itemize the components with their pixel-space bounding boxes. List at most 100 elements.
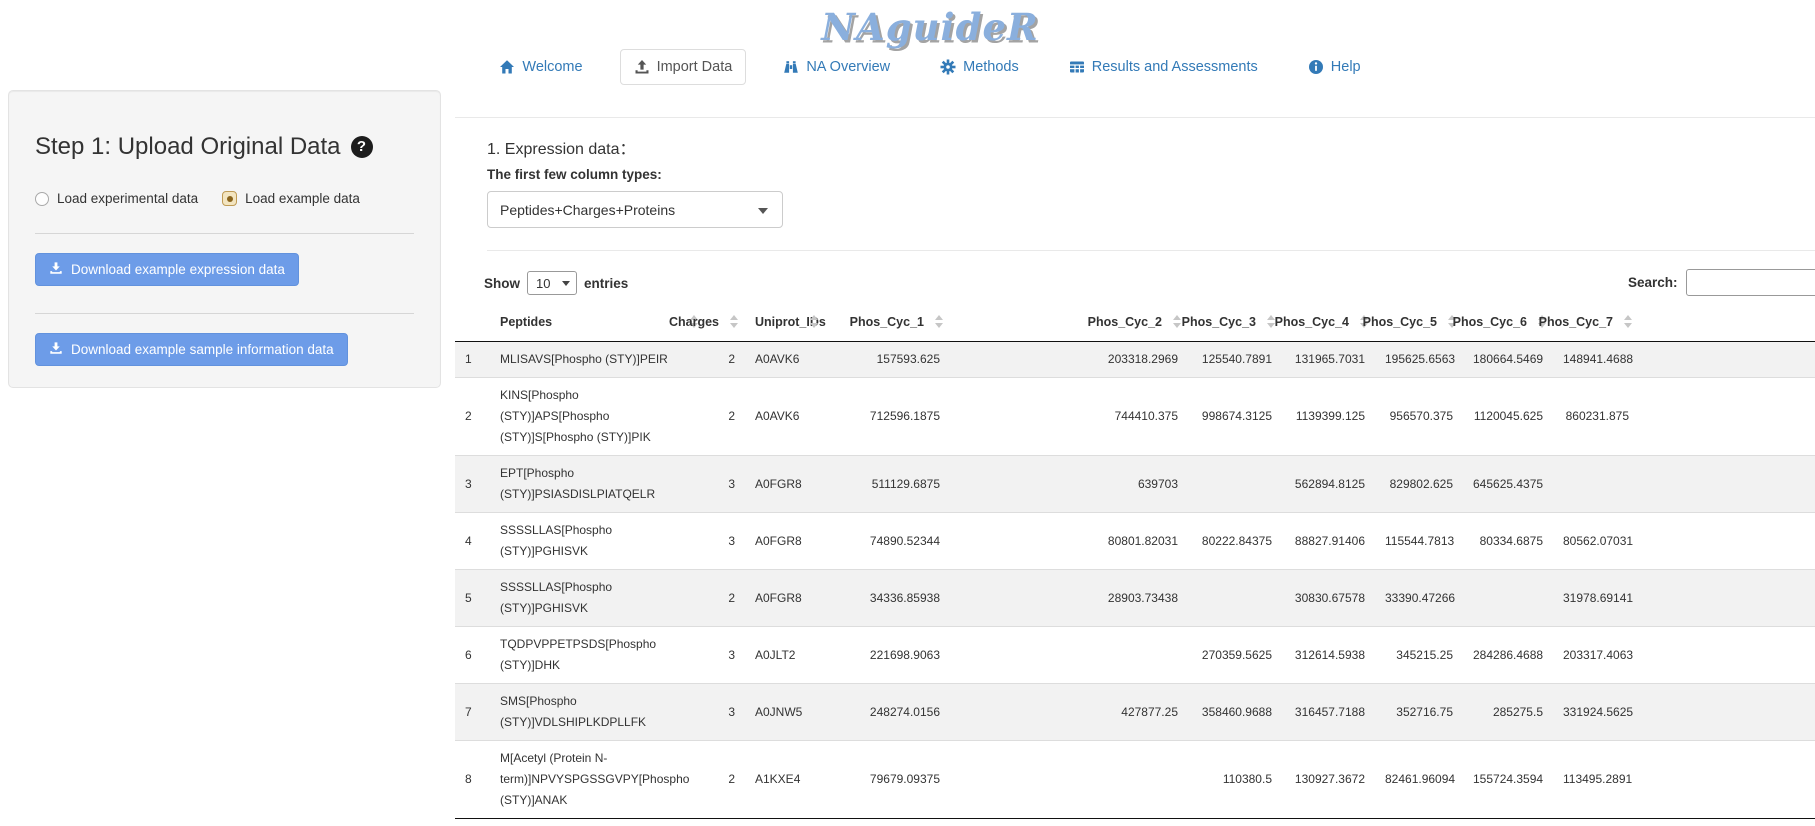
column-header-phos_cyc_3[interactable]: Phos_Cyc_3 (1188, 303, 1282, 342)
value-cell: 998674.3125 (1188, 378, 1282, 456)
column-types-label: The first few column types: (487, 167, 662, 182)
column-header-phos_cyc_7[interactable]: Phos_Cyc_7 (1553, 303, 1639, 342)
tab-welcome[interactable]: Welcome (486, 50, 595, 84)
tab-help[interactable]: Help (1295, 50, 1374, 84)
sort-arrows-icon (730, 315, 739, 329)
filler-cell (1639, 741, 1815, 819)
peptide-cell: SSSSLLAS[Phospho (STY)]PGHISVK (490, 570, 705, 627)
expression-table: PeptidesChargesUniprot_IDsPhos_Cyc_1Phos… (455, 303, 1815, 819)
table-row: 3EPT[Phospho (STY)]PSIASDISLPIATQELR3A0F… (455, 456, 1815, 513)
radio-label: Load example data (245, 191, 360, 206)
uniprot-id-cell: A0FGR8 (745, 456, 825, 513)
charges-cell: 2 (705, 741, 745, 819)
uniprot-id-cell: A0AVK6 (745, 378, 825, 456)
value-cell: 80801.82031 (950, 513, 1188, 570)
tab-import-data[interactable]: Import Data (620, 49, 747, 85)
column-header-uniprot_ids[interactable]: Uniprot_IDs (745, 303, 825, 342)
value-cell: 358460.9688 (1188, 684, 1282, 741)
table-row: 6TQDPVPPETPSDS[Phospho (STY)]DHK3A0JLT22… (455, 627, 1815, 684)
column-header-phos_cyc_5[interactable]: Phos_Cyc_5 (1375, 303, 1463, 342)
question-circle-icon[interactable]: ? (351, 136, 373, 158)
search-input[interactable] (1686, 269, 1815, 296)
table-icon (1069, 59, 1085, 75)
column-types-selected-value: Peptides+Charges+Proteins (500, 202, 675, 218)
charges-cell: 3 (705, 456, 745, 513)
radio-unchecked-icon (35, 192, 49, 206)
download-expression-data-button[interactable]: Download example expression data (35, 253, 299, 286)
row-index-cell: 7 (455, 684, 490, 741)
uniprot-id-cell: A0JLT2 (745, 627, 825, 684)
value-cell: 113495.2891 (1553, 741, 1639, 819)
value-cell: 180664.5469 (1463, 342, 1553, 378)
tab-results-and-assessments[interactable]: Results and Assessments (1056, 50, 1271, 84)
sort-arrows-icon (1624, 315, 1633, 329)
app-header: NAguideR (0, 0, 1815, 48)
peptide-cell: MLISAVS[Phospho (STY)]PEIR (490, 342, 705, 378)
page-length-select[interactable]: 10 (527, 271, 577, 295)
value-cell: 157593.625 (825, 342, 950, 378)
table-row: 7SMS[Phospho (STY)]VDLSHIPLKDPLLFK3A0JNW… (455, 684, 1815, 741)
tab-methods[interactable]: Methods (927, 50, 1032, 84)
value-cell: 34336.85938 (825, 570, 950, 627)
radio-load-example-data[interactable]: Load example data (222, 191, 360, 206)
column-header-charges[interactable]: Charges (705, 303, 745, 342)
value-cell: 221698.9063 (825, 627, 950, 684)
row-index-cell: 8 (455, 741, 490, 819)
value-cell: 248274.0156 (825, 684, 950, 741)
tab-label: Welcome (522, 59, 582, 75)
value-cell (950, 627, 1188, 684)
uniprot-id-cell: A1KXE4 (745, 741, 825, 819)
column-header-index[interactable] (455, 303, 490, 342)
data-source-radios: Load experimental data Load example data (35, 191, 440, 206)
column-header-filler (1639, 303, 1815, 342)
uniprot-id-cell: A0FGR8 (745, 570, 825, 627)
search-label: Search: (1628, 275, 1678, 290)
value-cell: 82461.96094 (1375, 741, 1463, 819)
table-row: 5SSSSLLAS[Phospho (STY)]PGHISVK2A0FGR834… (455, 570, 1815, 627)
column-header-phos_cyc_1[interactable]: Phos_Cyc_1 (825, 303, 950, 342)
app-logo: NAguideR (821, 5, 1039, 49)
value-cell: 80334.6875 (1463, 513, 1553, 570)
charges-cell: 3 (705, 627, 745, 684)
column-header-phos_cyc_2[interactable]: Phos_Cyc_2 (950, 303, 1188, 342)
page: NAguideR Welcome Import Data NA Overview… (0, 0, 1815, 826)
binoculars-icon (783, 59, 799, 75)
tab-na-overview[interactable]: NA Overview (770, 50, 903, 84)
value-cell (950, 741, 1188, 819)
download-sample-information-button[interactable]: Download example sample information data (35, 333, 348, 366)
filler-cell (1639, 570, 1815, 627)
value-cell: 79679.09375 (825, 741, 950, 819)
column-types-select[interactable]: Peptides+Charges+Proteins (487, 191, 783, 228)
radio-label: Load experimental data (57, 191, 198, 206)
filler-cell (1639, 684, 1815, 741)
info-circle-icon (1308, 59, 1324, 75)
value-cell: 203317.4063 (1553, 627, 1639, 684)
sort-arrows-icon (935, 315, 944, 329)
value-cell: 345215.25 (1375, 627, 1463, 684)
table-body: 1MLISAVS[Phospho (STY)]PEIR 2 A0AVK6157593… (455, 342, 1815, 819)
value-cell: 195625.6563 (1375, 342, 1463, 378)
row-index-cell: 1 (455, 342, 490, 378)
value-cell: 562894.8125 (1282, 456, 1375, 513)
value-cell: 148941.4688 (1553, 342, 1639, 378)
button-label: Download example sample information data (71, 342, 334, 357)
radio-load-experimental-data[interactable]: Load experimental data (35, 191, 198, 206)
value-cell: 427877.25 (950, 684, 1188, 741)
value-cell: 860231.875 (1553, 378, 1639, 456)
page-length-value: 10 (536, 276, 550, 291)
value-cell: 80562.07031 (1553, 513, 1639, 570)
value-cell: 80222.84375 (1188, 513, 1282, 570)
uniprot-id-cell: A0FGR8 (745, 513, 825, 570)
value-cell: 285275.5 (1463, 684, 1553, 741)
value-cell: 28903.73438 (950, 570, 1188, 627)
value-cell: 74890.52344 (825, 513, 950, 570)
column-header-phos_cyc_4[interactable]: Phos_Cyc_4 (1282, 303, 1375, 342)
value-cell: 352716.75 (1375, 684, 1463, 741)
value-cell: 284286.4688 (1463, 627, 1553, 684)
table-row: 1MLISAVS[Phospho (STY)]PEIR2A0AVK6157593… (455, 342, 1815, 378)
value-cell: 312614.5938 (1282, 627, 1375, 684)
divider (35, 313, 414, 314)
row-index-cell: 6 (455, 627, 490, 684)
sort-arrows-icon (810, 315, 819, 329)
value-cell (1553, 456, 1639, 513)
